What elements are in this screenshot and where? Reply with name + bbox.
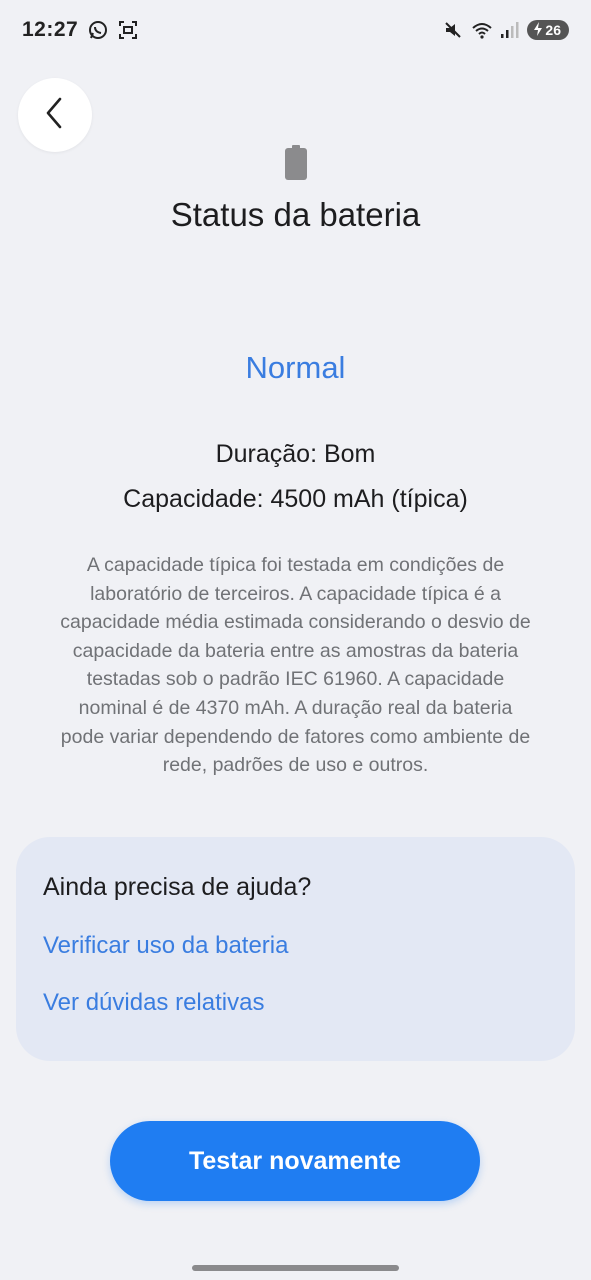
- status-bar-right: 26: [443, 20, 569, 40]
- battery-capacity: Capacidade: 4500 mAh (típica): [123, 485, 468, 513]
- page-title: Status da bateria: [170, 196, 421, 233]
- signal-icon: [499, 20, 519, 40]
- help-card: Ainda precisa de ajuda? Verificar uso da…: [16, 837, 575, 1061]
- battery-duration: Duração: Bom: [215, 440, 376, 468]
- wifi-icon: [471, 20, 493, 40]
- clock: 12:27: [22, 18, 79, 41]
- help-title: Ainda precisa de ajuda?: [43, 873, 312, 901]
- status-bar-left: 12:27: [22, 18, 138, 42]
- battery-level: 26: [545, 22, 561, 38]
- retest-button[interactable]: Testar novamente: [110, 1121, 480, 1201]
- home-indicator[interactable]: [192, 1265, 399, 1271]
- battery-icon: [284, 145, 308, 186]
- related-faq-link[interactable]: Ver dúvidas relativas: [43, 989, 264, 1017]
- battery-indicator: 26: [527, 20, 569, 40]
- back-button[interactable]: [18, 78, 92, 152]
- whatsapp-icon: [88, 20, 108, 40]
- battery-charging-icon: [533, 21, 543, 39]
- status-bar: 12:27 26: [0, 0, 591, 60]
- battery-status-value: Normal: [245, 350, 346, 385]
- check-battery-usage-link[interactable]: Verificar uso da bateria: [43, 932, 288, 960]
- battery-status-screen: 12:27 26 Status da bateria Normal Duraçã…: [0, 0, 591, 1280]
- capacity-description: A capacidade típica foi testada em condi…: [60, 554, 531, 777]
- chevron-left-icon: [43, 96, 67, 135]
- screen-capture-icon: [118, 20, 138, 40]
- battery-header-icon-wrap: [0, 145, 591, 186]
- mute-icon: [443, 20, 463, 40]
